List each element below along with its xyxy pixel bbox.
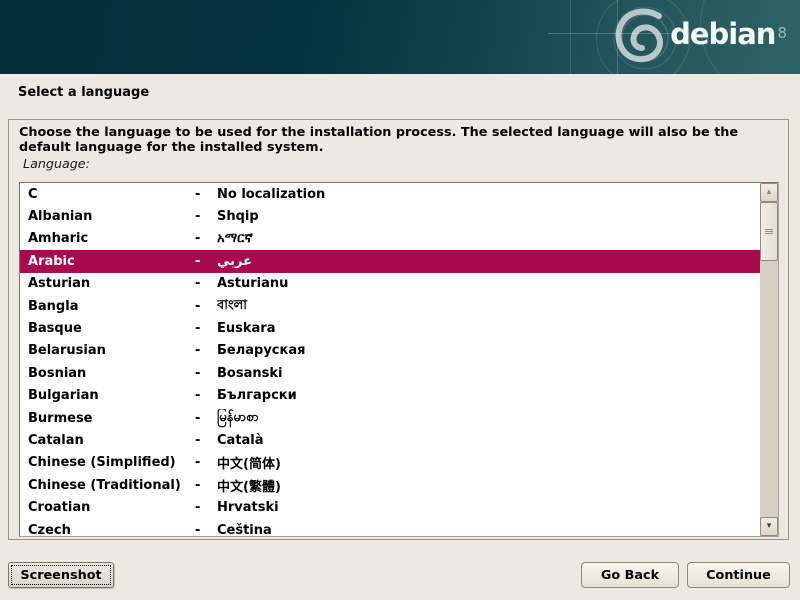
language-name: Arabic [20,254,195,269]
separator-dash: - [195,500,217,515]
separator-dash: - [195,254,217,269]
language-native-name: አማርኛ [217,231,760,246]
language-native-name: 中文(繁體) [217,476,760,495]
language-name: Belarusian [20,343,195,358]
separator-dash: - [195,433,217,448]
scrollbar-track[interactable] [760,202,778,517]
list-item[interactable]: Burmese-မြန်မာစာ [20,407,760,429]
list-item[interactable]: Belarusian-Беларуская [20,340,760,362]
language-native-name: Shqip [217,209,760,224]
thumb-grip-icon [765,228,773,235]
separator-dash: - [195,276,217,291]
list-item[interactable]: Czech-Čeština [20,519,760,536]
language-list: C-No localizationAlbanian-ShqipAmharic-አ… [20,183,760,536]
language-name: Asturian [20,276,195,291]
language-name: Czech [20,523,195,536]
separator-dash: - [195,231,217,246]
list-item[interactable]: Bulgarian-Български [20,385,760,407]
separator-dash: - [195,523,217,536]
language-name: Bulgarian [20,388,195,403]
language-name: Bangla [20,299,195,314]
separator-dash: - [195,299,217,314]
list-item[interactable]: Asturian-Asturianu [20,273,760,295]
separator-dash: - [195,388,217,403]
language-native-name: Bosanski [217,366,760,381]
language-name: Croatian [20,500,195,515]
separator-dash: - [195,455,217,470]
list-item[interactable]: Bangla-বাংলা [20,295,760,317]
language-name: Chinese (Traditional) [20,478,195,493]
language-native-name: Български [217,388,760,403]
language-native-name: မြန်မာစာ [217,409,760,428]
language-name: Basque [20,321,195,336]
language-name: Burmese [20,411,195,426]
list-item[interactable]: Chinese (Simplified)-中文(简体) [20,452,760,474]
language-name: Bosnian [20,366,195,381]
continue-button[interactable]: Continue [687,562,790,588]
language-native-name: Català [217,433,760,448]
separator-dash: - [195,321,217,336]
debian-version: 8 [777,24,787,42]
language-name: Chinese (Simplified) [20,455,195,470]
language-name: Catalan [20,433,195,448]
language-native-name: عربي [217,254,760,269]
separator-dash: - [195,478,217,493]
language-name: Albanian [20,209,195,224]
list-item[interactable]: C-No localization [20,183,760,205]
go-back-button[interactable]: Go Back [581,562,679,588]
list-item[interactable]: Basque-Euskara [20,317,760,339]
language-native-name: Hrvatski [217,500,760,515]
separator-dash: - [195,366,217,381]
page-title: Select a language [18,85,149,100]
debian-logotype: debian8 [670,18,787,50]
language-native-name: 中文(简体) [217,453,760,472]
language-native-name: Asturianu [217,276,760,291]
header-crosshair-line [570,0,571,74]
list-item[interactable]: Amharic-አማርኛ [20,228,760,250]
separator-dash: - [195,187,217,202]
separator-dash: - [195,209,217,224]
chevron-up-icon: ▴ [767,188,772,197]
scrollbar: ▴ ▾ [760,183,778,536]
separator-dash: - [195,343,217,358]
brand-text: debian [670,17,775,51]
scroll-down-button[interactable]: ▾ [760,517,778,536]
language-label: Language: [23,156,90,171]
language-native-name: Беларуская [217,343,760,358]
list-item[interactable]: Croatian-Hrvatski [20,496,760,518]
separator-dash: - [195,411,217,426]
language-native-name: Euskara [217,321,760,336]
chevron-down-icon: ▾ [767,522,772,531]
list-item[interactable]: Chinese (Traditional)-中文(繁體) [20,474,760,496]
list-item[interactable]: Catalan-Català [20,429,760,451]
language-native-name: No localization [217,187,760,202]
dialog-description: Choose the language to be used for the i… [19,125,779,155]
language-name: C [20,187,195,202]
screenshot-button[interactable]: Screenshot [8,562,114,588]
dialog-frame: Choose the language to be used for the i… [8,119,789,540]
language-listbox: C-No localizationAlbanian-ShqipAmharic-አ… [19,182,779,537]
scroll-up-button[interactable]: ▴ [760,183,778,202]
scrollbar-thumb[interactable] [760,202,778,261]
language-name: Amharic [20,231,195,246]
header-banner: debian8 [0,0,800,74]
language-native-name: বাংলা [217,296,760,317]
list-item[interactable]: Albanian-Shqip [20,205,760,227]
list-item[interactable]: Bosnian-Bosanski [20,362,760,384]
language-native-name: Čeština [217,523,760,536]
list-item[interactable]: Arabic-عربي [20,250,760,272]
